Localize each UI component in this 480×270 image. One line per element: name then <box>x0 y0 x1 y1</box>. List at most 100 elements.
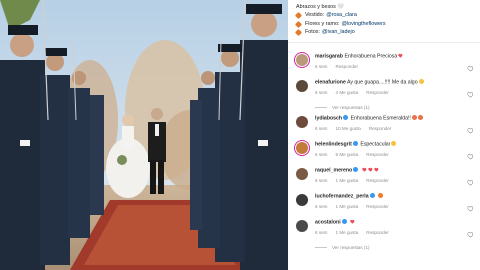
reply-button[interactable]: Responder <box>366 203 388 210</box>
like-heart-icon[interactable] <box>467 59 474 72</box>
flowers-emoji-icon <box>417 115 423 120</box>
comment-meta: 6 sem 10 Me gusta Responder <box>315 125 472 132</box>
avatar[interactable] <box>296 194 308 206</box>
avatar[interactable] <box>296 116 308 128</box>
reply-button[interactable]: Responder <box>369 125 391 132</box>
reply-button[interactable]: Responder <box>366 177 388 184</box>
comment-username[interactable]: acostaloni <box>315 220 341 226</box>
comment-username[interactable]: elenafurione <box>315 80 346 86</box>
diamond-icon <box>294 12 303 20</box>
verified-badge-icon <box>353 167 359 172</box>
divider <box>288 42 480 43</box>
comment-meta: 6 sem 1 Me gusta Responder <box>315 229 472 236</box>
comment-time: 6 sem <box>315 151 328 157</box>
red-heart-emoji-icon <box>350 219 355 224</box>
comment-meta: 6 sem Responder <box>315 63 472 70</box>
caption-credit-flowers: Flores y ramo: @lovingtheflowers <box>294 20 472 28</box>
verified-badge-icon <box>352 141 358 146</box>
comment-time: 6 sem <box>315 89 328 95</box>
comment-row: lydiabosch Enhorabuena Esmeralda!! 6 sem 1… <box>288 112 480 138</box>
comment-username[interactable]: marisgarab <box>315 54 343 60</box>
replies-dash <box>315 246 327 248</box>
verified-badge-icon <box>341 219 347 224</box>
diamond-icon <box>294 28 303 36</box>
comment-row: helenlindesgrit Espectacular 6 sem 5 Me gu… <box>288 138 480 164</box>
reply-button[interactable]: Responder <box>336 63 358 70</box>
verified-badge-icon <box>369 193 375 198</box>
comment-body: elenafurione Ay que guapa....!!!! Me da … <box>315 76 472 102</box>
comment-text: Enhorabuena Esmeralda!! <box>350 115 411 122</box>
flowers-emoji-icon <box>411 115 417 120</box>
caption-credit-photos: Fotos: @ivan_ladejo <box>294 28 472 36</box>
heart-eyes-emoji-icon <box>418 79 424 84</box>
view-replies-button[interactable]: Ver respuestas (1) <box>288 242 480 252</box>
avatar[interactable] <box>296 142 308 154</box>
comment-username[interactable]: lydiabosch <box>315 116 342 122</box>
post-photo[interactable] <box>0 0 288 270</box>
credit-link-dress[interactable]: @rosa_clara <box>326 11 357 19</box>
comment-body: lydiabosch Enhorabuena Esmeralda!! 6 sem 1… <box>315 112 472 138</box>
comment-row: marisgarab Enhorabuena Preciosa 6 sem Resp… <box>288 50 480 76</box>
comment-username[interactable]: raquel_mereno <box>315 168 352 174</box>
view-replies-label: Ver respuestas (1) <box>332 244 370 250</box>
diamond-icon <box>294 20 303 28</box>
instagram-post-modal: Abrazos y besos 🤍 Vestido: @rosa_clara F… <box>0 0 480 270</box>
like-heart-icon[interactable] <box>467 199 474 212</box>
comment-time: 6 sem <box>315 177 328 183</box>
comment-username[interactable]: helenlindesgrit <box>315 142 352 148</box>
heart-eyes-emoji-icon <box>391 141 397 146</box>
credit-link-flowers[interactable]: @lovingtheflowers <box>341 20 385 28</box>
comment-text: Enhorabuena Preciosa <box>344 53 398 60</box>
comment-body: helenlindesgrit Espectacular 6 sem 5 Me gu… <box>315 138 472 164</box>
comment-username[interactable]: luchofernandez_perla <box>315 194 369 200</box>
three-hearts-emoji-icon <box>361 167 367 172</box>
avatar[interactable] <box>296 80 308 92</box>
comment-row: elenafurione Ay que guapa....!!!! Me da … <box>288 76 480 102</box>
comment-time: 6 sem <box>315 63 328 69</box>
comment-row: luchofernandez_perla 6 sem 1 Me gusta Resp… <box>288 190 480 216</box>
red-heart-emoji-icon <box>398 53 403 58</box>
comment-likes[interactable]: 5 Me gusta <box>336 151 359 158</box>
comments-list: marisgarab Enhorabuena Preciosa 6 sem Resp… <box>288 50 480 252</box>
comment-meta: 6 sem 1 Me gusta Responder <box>315 177 472 184</box>
comment-body: raquel_mereno 6 sem 1 Me gusta Responder <box>315 164 472 190</box>
comment-meta: 6 sem 4 Me gusta Responder <box>315 89 472 96</box>
avatar[interactable] <box>296 168 308 180</box>
like-heart-icon[interactable] <box>467 173 474 186</box>
comment-meta: 6 sem 5 Me gusta Responder <box>315 151 472 158</box>
like-heart-icon[interactable] <box>467 85 474 98</box>
comment-likes[interactable]: 1 Me gusta <box>336 203 359 210</box>
reply-button[interactable]: Responder <box>366 89 388 96</box>
comment-text: Ay que guapa....!!!! Me da algo <box>347 79 418 86</box>
comment-time: 6 sem <box>315 229 328 235</box>
comment-likes[interactable]: 1 Me gusta <box>336 177 359 184</box>
comment-time: 6 sem <box>315 203 328 209</box>
comment-row: raquel_mereno 6 sem 1 Me gusta Responder <box>288 164 480 190</box>
caption-greeting: Abrazos y besos 🤍 <box>296 4 345 10</box>
verified-badge-icon <box>343 115 349 120</box>
avatar[interactable] <box>296 220 308 232</box>
comment-body: acostaloni 6 sem 1 Me gusta Responder <box>315 216 472 242</box>
comment-body: marisgarab Enhorabuena Preciosa 6 sem Resp… <box>315 50 472 76</box>
like-heart-icon[interactable] <box>467 225 474 238</box>
reply-button[interactable]: Responder <box>366 229 388 236</box>
comment-row: acostaloni 6 sem 1 Me gusta Responder <box>288 216 480 242</box>
comment-body: luchofernandez_perla 6 sem 1 Me gusta Resp… <box>315 190 472 216</box>
avatar[interactable] <box>296 54 308 66</box>
comment-likes[interactable]: 10 Me gusta <box>336 125 361 132</box>
view-replies-label: Ver respuestas (1) <box>332 104 370 110</box>
fire-emoji-icon <box>378 193 384 198</box>
credit-link-photos[interactable]: @ivan_ladejo <box>322 28 355 36</box>
comments-panel: Abrazos y besos 🤍 Vestido: @rosa_clara F… <box>288 0 480 270</box>
wedding-photo-illustration <box>0 0 288 270</box>
like-heart-icon[interactable] <box>467 147 474 160</box>
comment-meta: 6 sem 1 Me gusta Responder <box>315 203 472 210</box>
replies-dash <box>315 106 327 108</box>
reply-button[interactable]: Responder <box>366 151 388 158</box>
view-replies-button[interactable]: Ver respuestas (1) <box>288 102 480 112</box>
three-hearts-emoji-icon <box>373 167 379 172</box>
comment-likes[interactable]: 1 Me gusta <box>336 229 359 236</box>
comment-likes[interactable]: 4 Me gusta <box>336 89 359 96</box>
post-caption: Abrazos y besos 🤍 Vestido: @rosa_clara F… <box>288 0 480 37</box>
like-heart-icon[interactable] <box>467 121 474 134</box>
